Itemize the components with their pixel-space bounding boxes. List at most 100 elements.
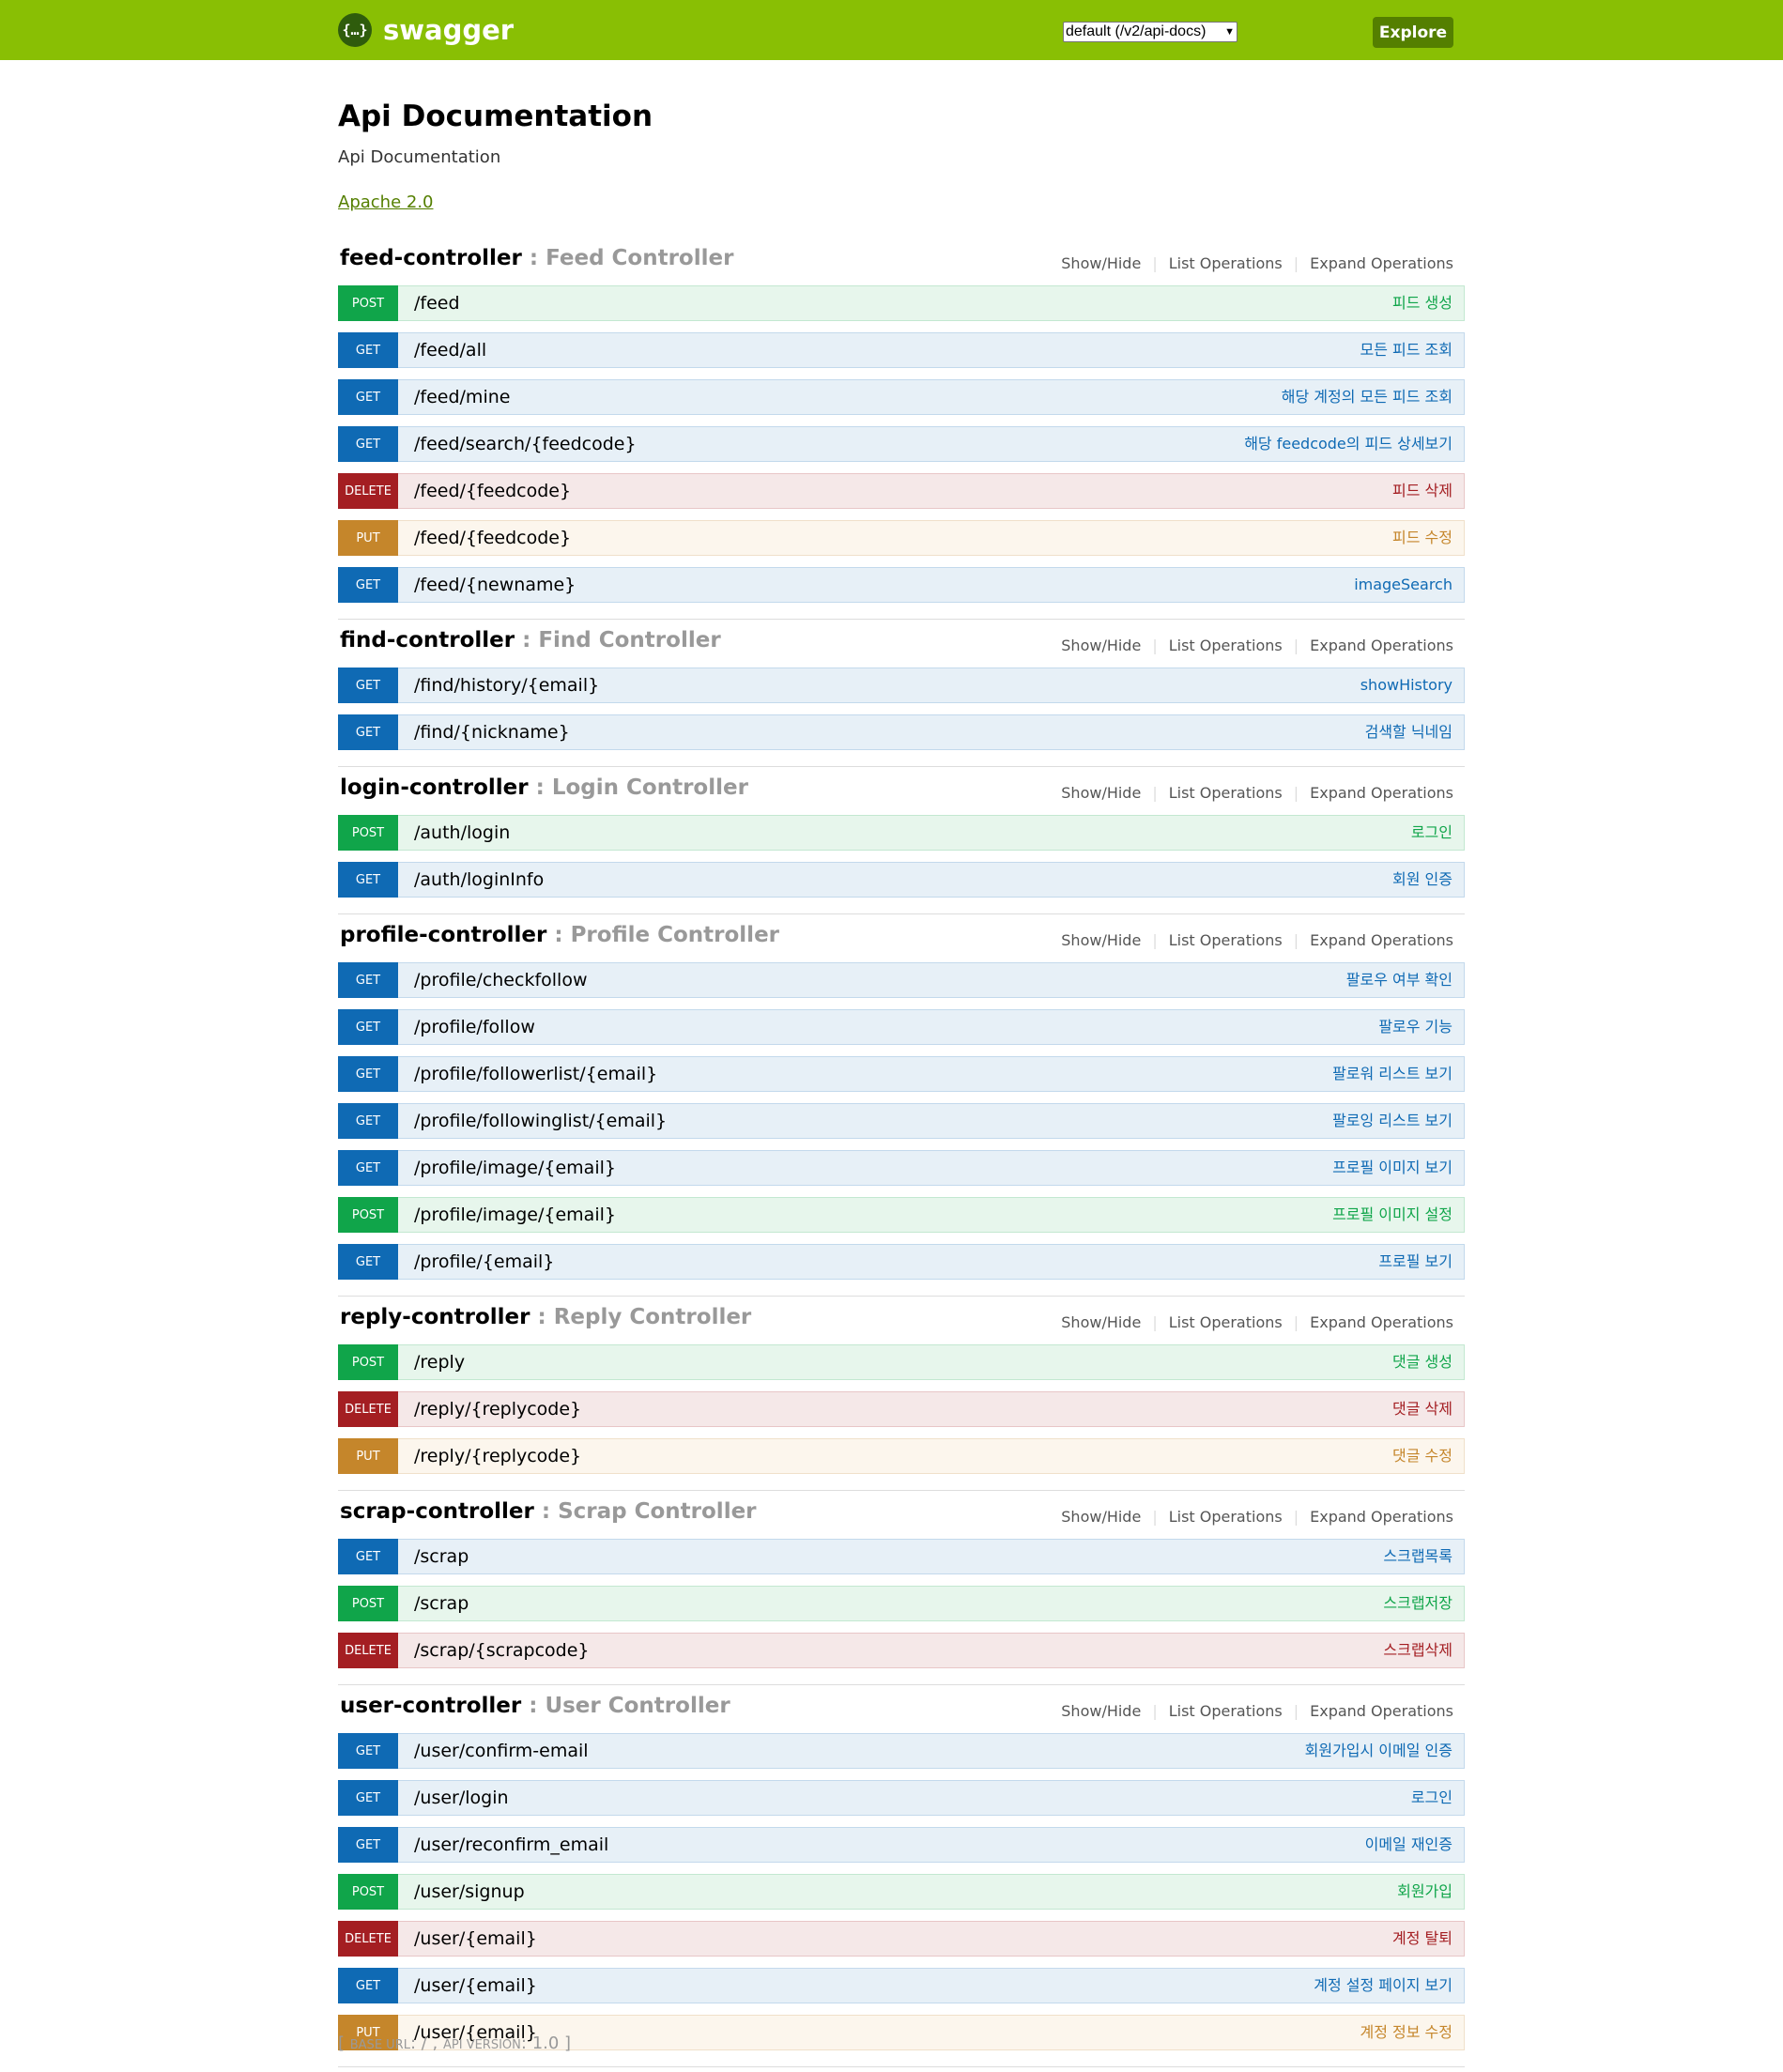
operation-path[interactable]: /auth/login [414,816,510,850]
http-method-badge[interactable]: PUT [338,520,398,556]
http-method-badge[interactable]: GET [338,1827,398,1863]
operation-row[interactable]: GET/profile/followerlist/{email} 팔로워 리스트 … [338,1056,1465,1092]
http-method-badge[interactable]: POST [338,1197,398,1233]
operation-summary[interactable]: 회원가입 [1397,1875,1453,1909]
resource-name[interactable]: feed-controller [340,246,522,270]
operation-summary[interactable]: 프로필 이미지 설정 [1332,1198,1453,1232]
operation-row[interactable]: GET/profile/{email} 프로필 보기 [338,1244,1465,1280]
operation-path[interactable]: /profile/image/{email} [414,1151,616,1185]
list-operations-link[interactable]: List Operations [1158,637,1294,654]
list-operations-link[interactable]: List Operations [1158,784,1294,802]
http-method-badge[interactable]: GET [338,1968,398,2003]
operation-summary[interactable]: 해당 feedcode의 피드 상세보기 [1244,427,1453,461]
operation-path[interactable]: /profile/checkfollow [414,963,587,997]
resource-name[interactable]: scrap-controller [340,1499,534,1524]
http-method-badge[interactable]: DELETE [338,473,398,509]
http-method-badge[interactable]: GET [338,1009,398,1045]
operation-row[interactable]: GET/profile/followinglist/{email} 팔로잉 리스트… [338,1103,1465,1139]
operation-summary[interactable]: 팔로잉 리스트 보기 [1332,1104,1453,1138]
http-method-badge[interactable]: GET [338,426,398,462]
http-method-badge[interactable]: GET [338,1780,398,1816]
operation-path[interactable]: /profile/{email} [414,1245,554,1279]
operation-path[interactable]: /scrap/{scrapcode} [414,1634,590,1667]
show-hide-link[interactable]: Show/Hide [1050,637,1152,654]
operation-summary[interactable]: 댓글 생성 [1392,1345,1453,1379]
operation-path[interactable]: /feed [414,286,460,320]
http-method-badge[interactable]: GET [338,567,398,603]
resource-title[interactable]: login-controller : Login Controller [340,775,748,800]
operation-row[interactable]: DELETE/user/{email} 계정 탈퇴 [338,1921,1465,1957]
http-method-badge[interactable]: GET [338,1539,398,1574]
operation-summary[interactable]: showHistory [1360,668,1453,702]
operation-row[interactable]: GET/feed/{newname} imageSearch [338,567,1465,603]
expand-operations-link[interactable]: Expand Operations [1299,254,1453,272]
operation-path[interactable]: /find/{nickname} [414,715,570,749]
list-operations-link[interactable]: List Operations [1158,1508,1294,1526]
resource-name[interactable]: find-controller [340,628,515,652]
operation-summary[interactable]: 이메일 재인증 [1365,1828,1453,1862]
operation-path[interactable]: /feed/all [414,333,486,367]
operation-summary[interactable]: 계정 정보 수정 [1360,2016,1453,2049]
show-hide-link[interactable]: Show/Hide [1050,1313,1152,1331]
operation-summary[interactable]: 피드 수정 [1392,521,1453,555]
list-operations-link[interactable]: List Operations [1158,1313,1294,1331]
operation-summary[interactable]: 피드 생성 [1392,286,1453,320]
operation-path[interactable]: /scrap [414,1587,469,1620]
operation-path[interactable]: /profile/followerlist/{email} [414,1057,657,1091]
http-method-badge[interactable]: DELETE [338,1391,398,1427]
http-method-badge[interactable]: GET [338,1103,398,1139]
operation-summary[interactable]: 계정 설정 페이지 보기 [1314,1969,1453,2003]
operation-path[interactable]: /auth/loginInfo [414,863,544,897]
operation-path[interactable]: /profile/image/{email} [414,1198,616,1232]
http-method-badge[interactable]: GET [338,862,398,898]
operation-row[interactable]: GET/user/{email} 계정 설정 페이지 보기 [338,1968,1465,2003]
operation-row[interactable]: DELETE/reply/{replycode} 댓글 삭제 [338,1391,1465,1427]
operation-row[interactable]: POST/scrap 스크랩저장 [338,1586,1465,1621]
operation-summary[interactable]: 로그인 [1411,816,1453,850]
http-method-badge[interactable]: GET [338,1733,398,1769]
expand-operations-link[interactable]: Expand Operations [1299,637,1453,654]
operation-path[interactable]: /feed/{feedcode} [414,521,571,555]
operation-path[interactable]: /user/reconfirm_email [414,1828,608,1862]
resource-name[interactable]: reply-controller [340,1305,530,1329]
http-method-badge[interactable]: GET [338,1244,398,1280]
operation-path[interactable]: /reply [414,1345,465,1379]
operation-path[interactable]: /user/signup [414,1875,525,1909]
operation-summary[interactable]: 스크랩저장 [1383,1587,1453,1620]
http-method-badge[interactable]: GET [338,1056,398,1092]
operation-summary[interactable]: 로그인 [1411,1781,1453,1815]
operation-row[interactable]: GET/feed/mine 해당 계정의 모든 피드 조회 [338,379,1465,415]
operation-path[interactable]: /feed/mine [414,380,510,414]
http-method-badge[interactable]: GET [338,1150,398,1186]
operation-row[interactable]: GET/find/{nickname} 검색할 닉네임 [338,714,1465,750]
list-operations-link[interactable]: List Operations [1158,254,1294,272]
show-hide-link[interactable]: Show/Hide [1050,784,1152,802]
http-method-badge[interactable]: POST [338,815,398,851]
operation-summary[interactable]: 스크랩목록 [1383,1540,1453,1573]
operation-path[interactable]: /user/login [414,1781,509,1815]
resource-title[interactable]: scrap-controller : Scrap Controller [340,1499,757,1524]
operation-row[interactable]: GET/feed/all 모든 피드 조회 [338,332,1465,368]
expand-operations-link[interactable]: Expand Operations [1299,784,1453,802]
license-link[interactable]: Apache 2.0 [338,192,434,212]
operation-path[interactable]: /user/confirm-email [414,1734,589,1768]
operation-row[interactable]: PUT/feed/{feedcode} 피드 수정 [338,520,1465,556]
operation-row[interactable]: GET/user/confirm-email 회원가입시 이메일 인증 [338,1733,1465,1769]
operation-summary[interactable]: 모든 피드 조회 [1360,333,1453,367]
operation-path[interactable]: /profile/followinglist/{email} [414,1104,667,1138]
http-method-badge[interactable]: POST [338,1586,398,1621]
resource-title[interactable]: find-controller : Find Controller [340,628,721,652]
operation-row[interactable]: GET/user/login 로그인 [338,1780,1465,1816]
http-method-badge[interactable]: PUT [338,1438,398,1474]
resource-name[interactable]: login-controller [340,775,529,800]
show-hide-link[interactable]: Show/Hide [1050,931,1152,949]
http-method-badge[interactable]: GET [338,332,398,368]
operation-row[interactable]: GET/find/history/{email} showHistory [338,668,1465,703]
operation-summary[interactable]: 팔로우 여부 확인 [1346,963,1453,997]
http-method-badge[interactable]: GET [338,379,398,415]
operation-path[interactable]: /feed/{newname} [414,568,576,602]
operation-row[interactable]: POST/user/signup 회원가입 [338,1874,1465,1910]
explore-button[interactable]: Explore [1373,17,1453,48]
show-hide-link[interactable]: Show/Hide [1050,1508,1152,1526]
operation-summary[interactable]: 프로필 이미지 보기 [1332,1151,1453,1185]
